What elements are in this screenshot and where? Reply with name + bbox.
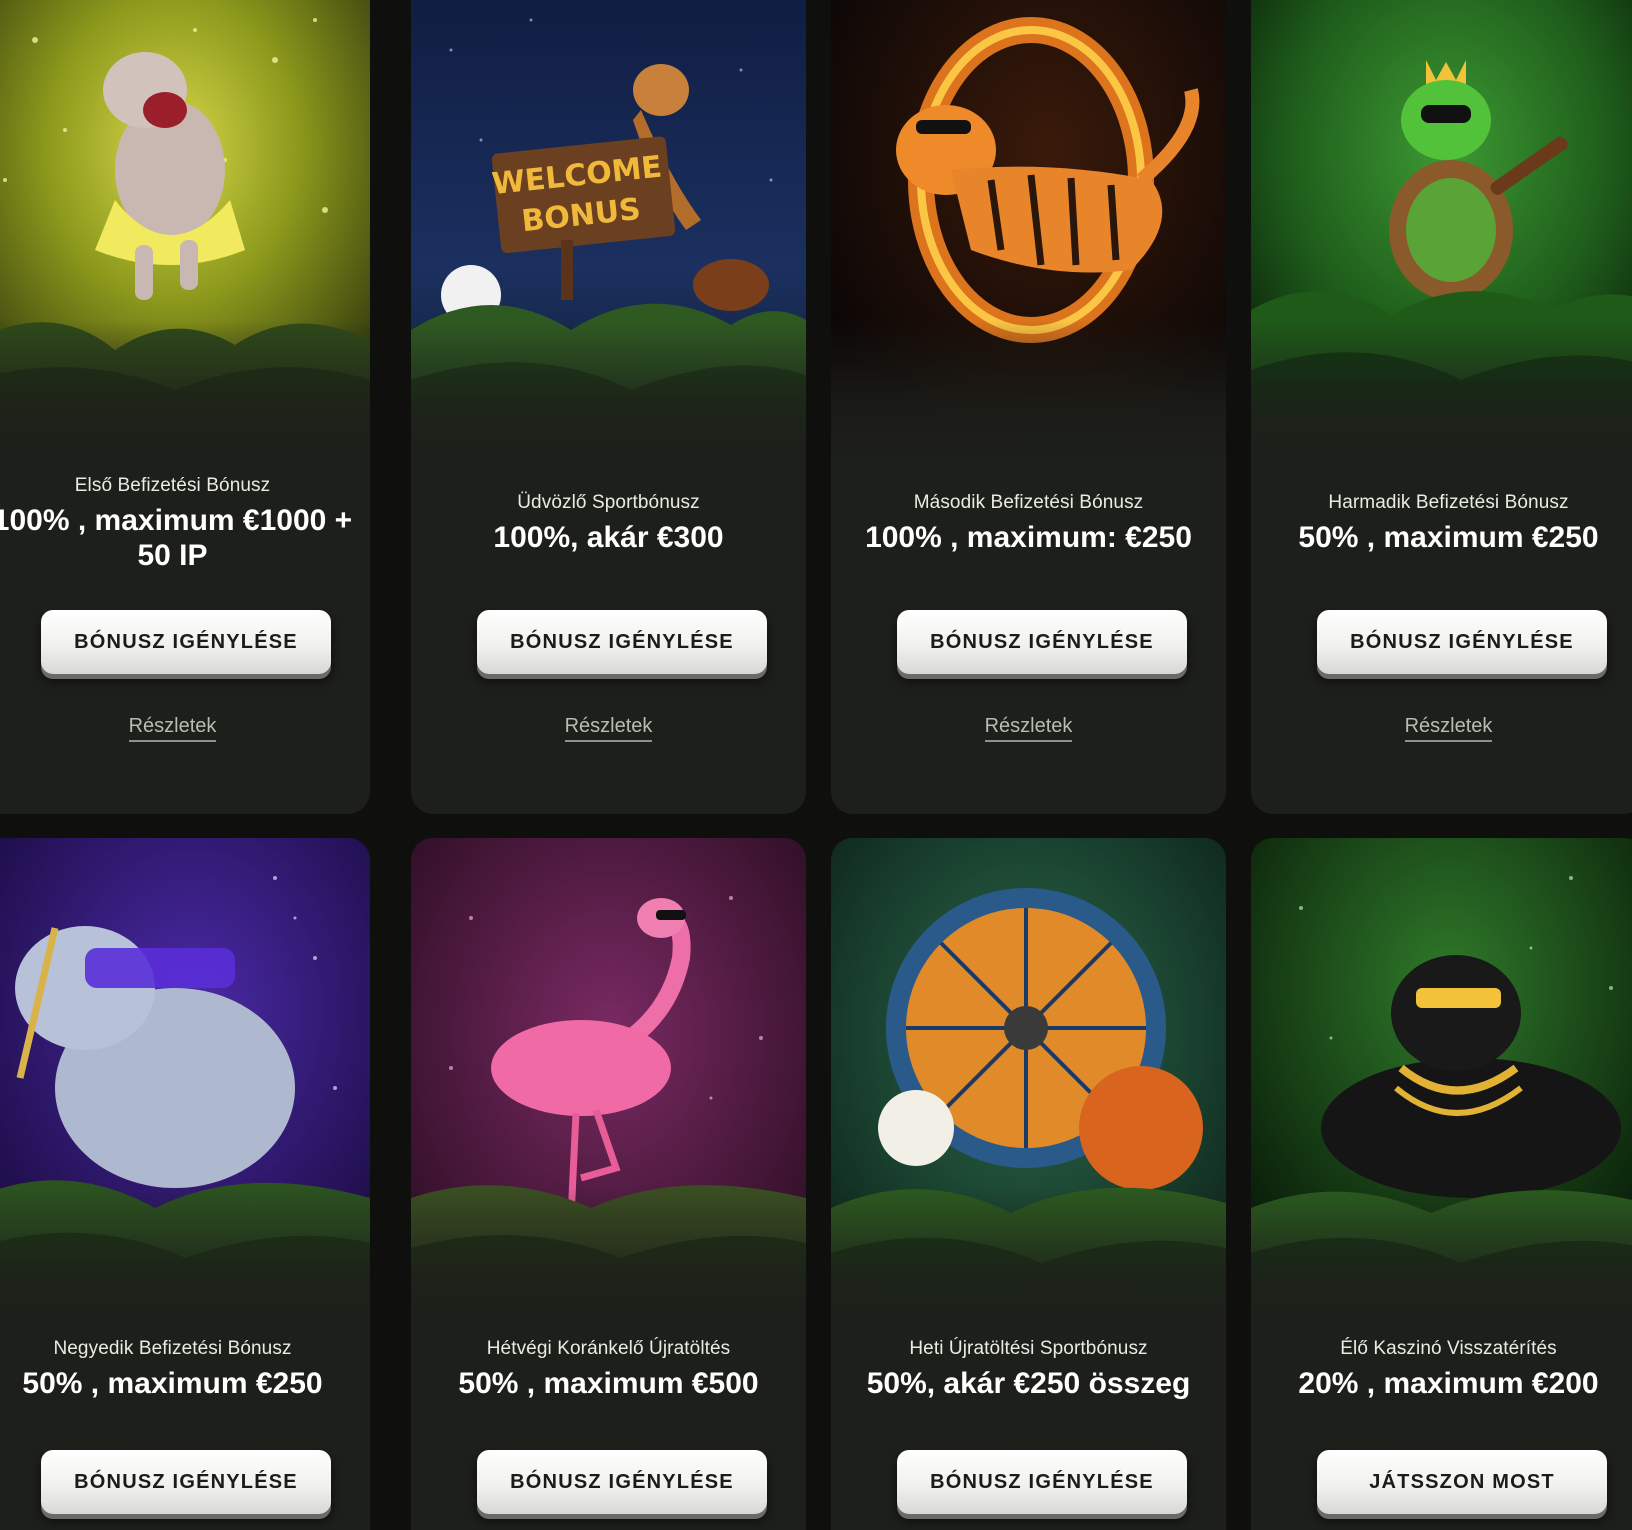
bonus-card-weekly-sports-reload: Heti Újratöltési Sportbónusz 50%, akár €… <box>831 838 1226 1530</box>
bonus-subtitle: Harmadik Befizetési Bónusz <box>1328 492 1569 513</box>
bonus-subtitle: Második Befizetési Bónusz <box>913 492 1144 513</box>
elephant-sunglasses-icon <box>0 838 370 1328</box>
card-text: Üdvözlő Sportbónusz 100%, akár €300 <box>411 492 806 555</box>
bonus-card-weekend-reload: Hétvégi Koránkelő Újratöltés 50% , maxim… <box>411 838 806 1530</box>
bonus-grid: Első Befizetési Bónusz 100% , maximum €1… <box>0 0 1632 1530</box>
bonus-card-first-deposit: Első Befizetési Bónusz 100% , maximum €1… <box>0 0 370 814</box>
bonus-card-fourth-deposit: Negyedik Befizetési Bónusz 50% , maximum… <box>0 838 370 1530</box>
tiger-fire-ring-icon <box>831 0 1226 460</box>
details-link[interactable]: Részletek <box>984 715 1073 742</box>
claim-bonus-button[interactable]: BÓNUSZ IGÉNYLÉSE <box>1317 610 1607 674</box>
flamingo-sunglasses-icon <box>411 838 806 1328</box>
bonus-subtitle: Üdvözlő Sportbónusz <box>517 492 700 513</box>
claim-bonus-button[interactable]: BÓNUSZ IGÉNYLÉSE <box>897 610 1187 674</box>
card-text: Harmadik Befizetési Bónusz 50% , maximum… <box>1251 492 1632 555</box>
bonus-headline: 20% , maximum €200 <box>1298 1367 1599 1400</box>
bonus-card-third-deposit: Harmadik Befizetési Bónusz 50% , maximum… <box>1251 0 1632 814</box>
claim-bonus-button[interactable]: BÓNUSZ IGÉNYLÉSE <box>897 1450 1187 1514</box>
bonus-subtitle: Hétvégi Koránkelő Újratöltés <box>486 1338 731 1359</box>
card-text: Heti Újratöltési Sportbónusz 50%, akár €… <box>831 1338 1226 1401</box>
bonus-headline: 100% , maximum: €250 <box>865 521 1192 554</box>
details-link[interactable]: Részletek <box>1404 715 1493 742</box>
bonus-headline: 50% , maximum €500 <box>458 1367 759 1400</box>
card-text: Első Befizetési Bónusz 100% , maximum €1… <box>0 475 370 573</box>
bonus-subtitle: Élő Kaszinó Visszatérítés <box>1340 1338 1557 1359</box>
hippo-dancing-icon <box>0 0 370 460</box>
prize-wheel-sports-balls-icon <box>831 838 1226 1328</box>
bonus-headline: 100%, akár €300 <box>493 521 724 554</box>
bonus-subtitle: Heti Újratöltési Sportbónusz <box>909 1338 1148 1359</box>
play-now-button[interactable]: JÁTSSZON MOST <box>1317 1450 1607 1514</box>
details-link[interactable]: Részletek <box>564 715 653 742</box>
bonus-subtitle: Negyedik Befizetési Bónusz <box>53 1338 292 1359</box>
bonus-headline: 50%, akár €250 összeg <box>866 1367 1191 1400</box>
card-text: Hétvégi Koránkelő Újratöltés 50% , maxim… <box>411 1338 806 1401</box>
turtle-king-guitar-icon <box>1251 0 1632 460</box>
bonus-headline: 50% , maximum €250 <box>22 1367 323 1400</box>
bonus-card-second-deposit: Második Befizetési Bónusz 100% , maximum… <box>831 0 1226 814</box>
bonus-headline: 50% , maximum €250 <box>1298 521 1599 554</box>
monkey-welcome-bonus-sign-icon: WELCOME BONUS <box>411 0 806 460</box>
claim-bonus-button[interactable]: BÓNUSZ IGÉNYLÉSE <box>477 1450 767 1514</box>
black-panther-gold-chain-icon <box>1251 838 1632 1328</box>
card-text: Élő Kaszinó Visszatérítés 20% , maximum … <box>1251 1338 1632 1401</box>
bonus-card-sports-welcome: WELCOME BONUS Üdvözlő Sportbónusz 100%, … <box>411 0 806 814</box>
card-text: Negyedik Befizetési Bónusz 50% , maximum… <box>0 1338 370 1401</box>
bonus-subtitle: Első Befizetési Bónusz <box>74 475 271 496</box>
claim-bonus-button[interactable]: BÓNUSZ IGÉNYLÉSE <box>41 610 331 674</box>
claim-bonus-button[interactable]: BÓNUSZ IGÉNYLÉSE <box>477 610 767 674</box>
claim-bonus-button[interactable]: BÓNUSZ IGÉNYLÉSE <box>41 1450 331 1514</box>
card-text: Második Befizetési Bónusz 100% , maximum… <box>831 492 1226 555</box>
details-link[interactable]: Részletek <box>128 715 217 742</box>
bonus-card-live-casino-cashback: Élő Kaszinó Visszatérítés 20% , maximum … <box>1251 838 1632 1530</box>
bonus-headline: 100% , maximum €1000 + 50 IP <box>0 504 353 572</box>
